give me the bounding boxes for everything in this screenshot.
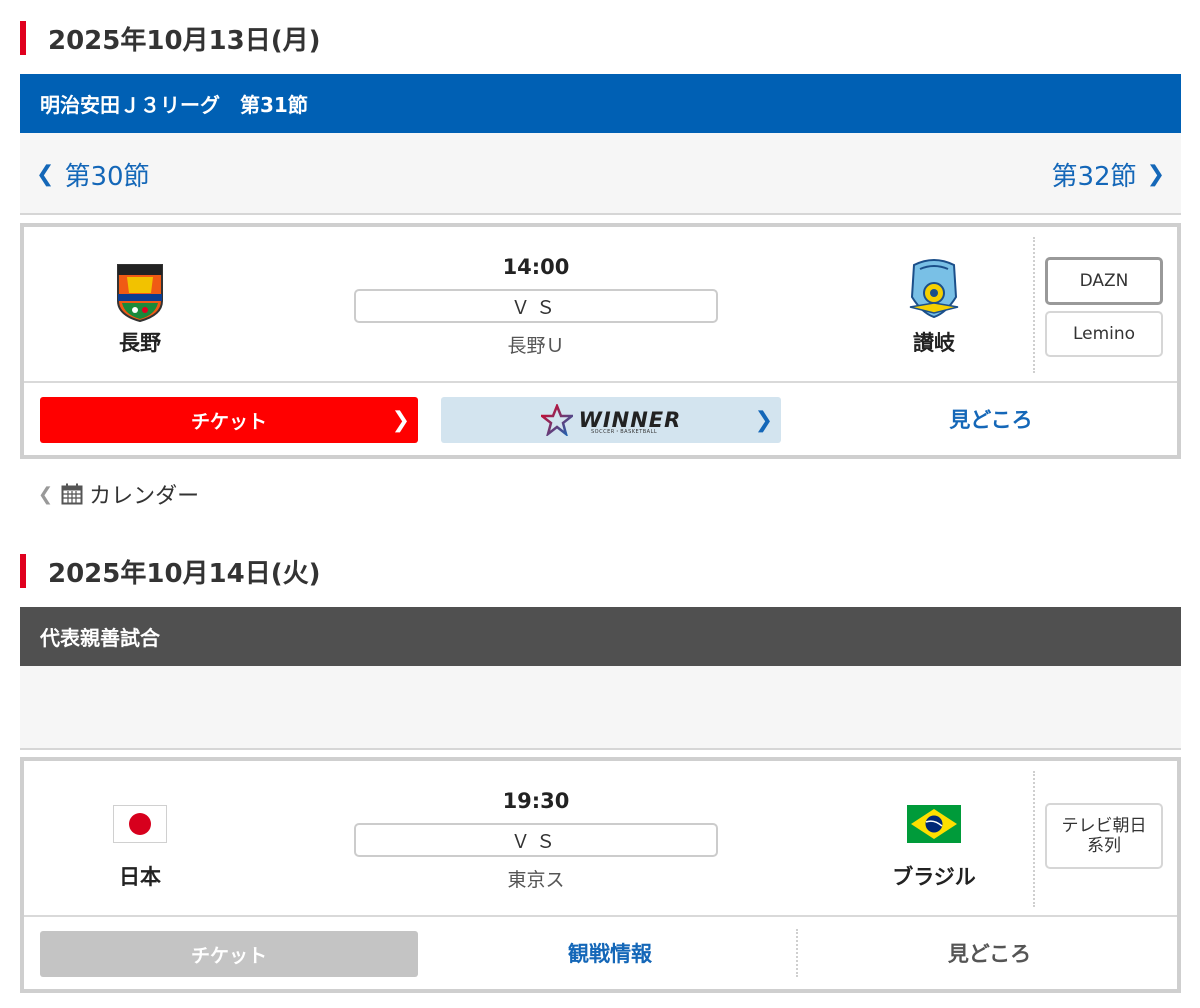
- heading-accent-bar: [20, 21, 26, 55]
- away-team-name: 讃岐: [913, 331, 955, 355]
- broadcast-button-tv-asahi[interactable]: テレビ朝日系列: [1045, 803, 1163, 869]
- match-card: 長野 14:00 ＶＳ 長野Ｕ 讃岐 DAZN Lemino チケット ❯ WI…: [20, 223, 1181, 459]
- broadcast-button-dazn[interactable]: DAZN: [1045, 257, 1163, 305]
- heading-accent-bar: [20, 554, 26, 588]
- league-title: 明治安田Ｊ３リーグ 第31節: [40, 93, 308, 117]
- round-navigation-empty: [20, 666, 1181, 750]
- match-center: 19:30 ＶＳ 東京ス: [354, 761, 718, 917]
- vs-box[interactable]: ＶＳ: [354, 289, 718, 323]
- away-team[interactable]: ブラジル: [874, 761, 994, 917]
- highlights-link[interactable]: 見どころ: [798, 917, 1181, 989]
- ticket-button[interactable]: チケット ❯: [40, 397, 418, 443]
- chevron-right-icon: ❯: [754, 407, 773, 433]
- viewing-info-link[interactable]: 観戦情報: [424, 917, 796, 989]
- ticket-button-label: チケット: [190, 410, 267, 433]
- venue-name: 東京ス: [507, 869, 565, 891]
- kickoff-time: 14:00: [502, 255, 570, 279]
- sanuki-crest-icon: [909, 259, 959, 319]
- match-card: 日本 19:30 ＶＳ 東京ス ブラジル テレビ朝日系列 チケット 観戦情報 見…: [20, 757, 1181, 993]
- calendar-icon: [61, 483, 83, 505]
- date-heading: 2025年10月13日(月): [20, 21, 620, 56]
- league-title-bar: 明治安田Ｊ３リーグ 第31節: [20, 74, 1181, 133]
- match-schedule-page: 2025年10月13日(月) 明治安田Ｊ３リーグ 第31節 ❮ 第30節 第32…: [20, 0, 1181, 1008]
- ticket-button-label: チケット: [190, 944, 267, 967]
- broadcast-list: DAZN Lemino: [1033, 237, 1175, 373]
- winner-banner-button[interactable]: WINNER SOCCER・BASKETBALL ❯: [441, 397, 781, 443]
- league-title-bar: 代表親善試合: [20, 607, 1181, 666]
- chevron-right-icon: ❯: [391, 407, 410, 433]
- chevron-left-icon: ❮: [36, 161, 55, 187]
- round-navigation: ❮ 第30節 第32節 ❯: [20, 133, 1181, 215]
- next-round-link[interactable]: 第32節 ❯: [1051, 133, 1165, 215]
- date-heading-text: 2025年10月13日(月): [48, 25, 321, 56]
- home-team-name: 長野: [119, 331, 161, 355]
- prev-round-label: 第30節: [64, 161, 150, 192]
- next-round-label: 第32節: [1051, 161, 1137, 192]
- match-summary: 長野 14:00 ＶＳ 長野Ｕ 讃岐 DAZN Lemino: [24, 227, 1177, 383]
- match-center: 14:00 ＶＳ 長野Ｕ: [354, 227, 718, 383]
- star-icon: [540, 404, 573, 436]
- match-summary: 日本 19:30 ＶＳ 東京ス ブラジル テレビ朝日系列: [24, 761, 1177, 917]
- broadcast-list: テレビ朝日系列: [1033, 771, 1175, 907]
- japan-flag-icon: [113, 805, 167, 843]
- broadcast-button-lemino[interactable]: Lemino: [1045, 311, 1163, 357]
- chevron-right-icon: ❯: [1146, 161, 1165, 187]
- away-team-name: ブラジル: [892, 865, 976, 889]
- kickoff-time: 19:30: [502, 789, 570, 813]
- match-actions: チケット 観戦情報 見どころ: [24, 917, 1177, 989]
- brazil-flag-icon: [907, 805, 961, 843]
- away-team[interactable]: 讃岐: [874, 227, 994, 383]
- prev-round-link[interactable]: ❮ 第30節: [36, 133, 150, 215]
- chevron-left-icon: ❮: [38, 483, 54, 505]
- nagano-crest-icon: [117, 264, 163, 323]
- league-title: 代表親善試合: [40, 626, 160, 650]
- home-team-name: 日本: [119, 865, 161, 889]
- ticket-button-disabled: チケット: [40, 931, 418, 977]
- match-actions: チケット ❯ WINNER SOCCER・BASKETBALL ❯ 見どころ: [24, 383, 1177, 455]
- venue-name: 長野Ｕ: [507, 335, 565, 357]
- home-team[interactable]: 長野: [80, 227, 200, 383]
- date-heading-text: 2025年10月14日(火): [48, 558, 321, 589]
- vs-box[interactable]: ＶＳ: [354, 823, 718, 857]
- date-heading: 2025年10月14日(火): [20, 554, 620, 589]
- home-team[interactable]: 日本: [80, 761, 200, 917]
- winner-logo-subtext: SOCCER・BASKETBALL: [591, 429, 658, 435]
- calendar-link[interactable]: ❮ カレンダー: [38, 478, 199, 510]
- calendar-label: カレンダー: [89, 484, 200, 509]
- highlights-link[interactable]: 見どころ: [801, 383, 1181, 455]
